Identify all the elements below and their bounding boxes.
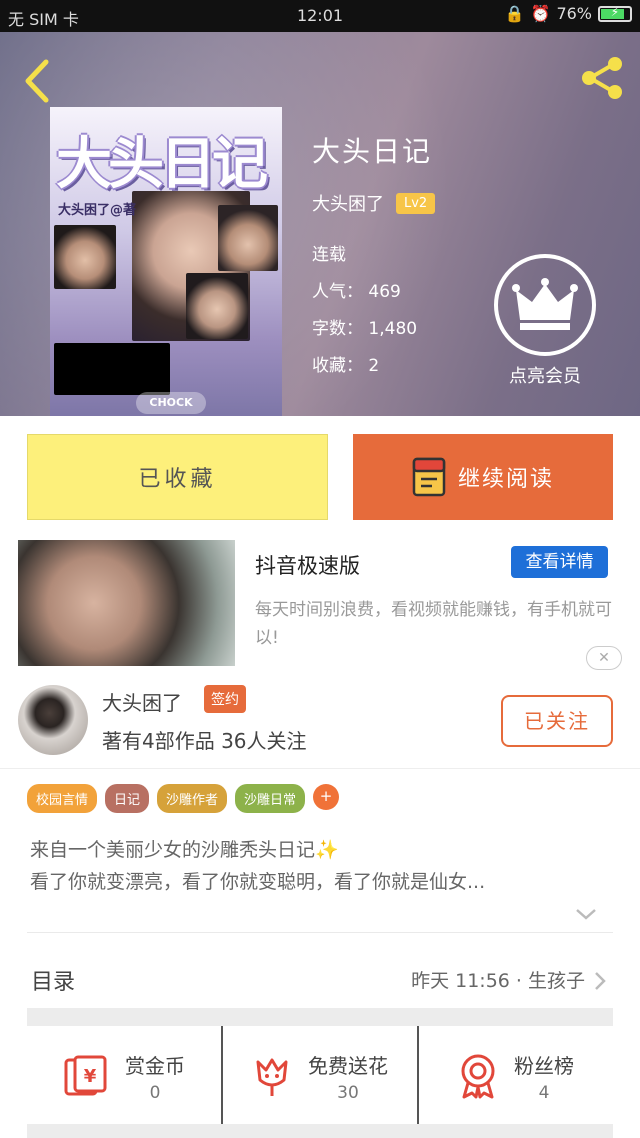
tag-chip[interactable]: 校园言情 <box>27 784 98 813</box>
send-flower-button[interactable]: 免费送花 30 <box>221 1026 417 1126</box>
reward-coins-button[interactable]: ¥ 赏金币 0 <box>27 1026 221 1126</box>
battery-icon: ⚡ <box>598 5 632 22</box>
favorited-button[interactable]: 已收藏 <box>27 434 328 520</box>
book-icon <box>412 457 446 497</box>
level-badge: Lv2 <box>396 192 436 214</box>
book-detail-content: 已收藏 继续阅读 抖音极速版 查看详情 每天时间别浪费，看视频就能赚钱，有手机就… <box>0 416 640 1138</box>
vip-crown-button[interactable] <box>494 254 596 356</box>
svg-text:¥: ¥ <box>84 1066 97 1087</box>
description-line: 来自一个美丽少女的沙雕秃头日记✨ <box>30 839 339 861</box>
coin-envelope-icon: ¥ <box>64 1055 107 1096</box>
toc-label: 目录 <box>31 970 76 995</box>
tag-chip[interactable]: 日记 <box>105 784 150 813</box>
battery-percent: 76% <box>556 4 592 23</box>
chevron-right-icon <box>595 972 606 990</box>
author-card[interactable]: 大头困了 签约 著有4部作品 36人关注 已关注 <box>0 681 640 769</box>
section-gap <box>27 1008 613 1026</box>
description-line: 看了你就变漂亮，看了你就变聪明，看了你就是仙女... <box>30 871 486 893</box>
divider <box>27 932 613 933</box>
cover-title: 大头日记 <box>56 132 268 197</box>
cover-badge: CHOCK <box>136 392 206 414</box>
cover-redaction <box>54 343 170 395</box>
book-word-count: 字数： 1,480 <box>312 319 418 339</box>
book-info: 大头日记 大头困了 Lv2 连载 人气： 469 字数： 1,480 收藏： 2 <box>312 130 436 376</box>
tag-list: 校园言情 日记 沙雕作者 沙雕日常 + <box>27 784 340 813</box>
cover-photo <box>186 273 248 339</box>
book-status: 连载 <box>312 245 346 265</box>
continue-reading-button[interactable]: 继续阅读 <box>353 434 613 520</box>
book-description[interactable]: 来自一个美丽少女的沙雕秃头日记✨ 看了你就变漂亮，看了你就变聪明，看了你就是仙女… <box>30 834 616 898</box>
tag-chip[interactable]: 沙雕作者 <box>157 784 228 813</box>
alarm-icon: ⏰ <box>530 4 551 23</box>
avatar[interactable] <box>18 685 88 755</box>
share-icon[interactable] <box>578 54 626 102</box>
table-of-contents-row[interactable]: 目录 昨天 11:56 · 生孩子 <box>27 946 613 1016</box>
ad-banner[interactable]: 抖音极速版 查看详情 每天时间别浪费，看视频就能赚钱，有手机就可以! ✕ <box>0 526 640 676</box>
tag-chip[interactable]: 沙雕日常 <box>235 784 306 813</box>
reward-bar: ¥ 赏金币 0 免费送花 30 粉丝榜 4 <box>27 1026 613 1126</box>
more-tags-button[interactable]: + <box>313 784 340 810</box>
cover-subtitle: 大头困了@著 <box>58 203 137 218</box>
flower-icon <box>256 1058 288 1096</box>
expand-chevron-icon[interactable] <box>574 906 598 922</box>
book-title: 大头日记 <box>312 135 433 168</box>
ad-image[interactable] <box>18 540 235 666</box>
lock-rotation-icon: 🔒 <box>504 4 525 23</box>
stat-value: 30 <box>337 1082 359 1103</box>
signed-badge: 签约 <box>204 685 246 713</box>
back-arrow-icon[interactable] <box>18 56 58 106</box>
cover-photo <box>218 205 278 271</box>
ad-detail-button[interactable]: 查看详情 <box>511 546 608 578</box>
book-hero: 大头日记 大头困了@著 CHOCK 大头日记 大头困了 Lv2 连载 人气： 4… <box>0 32 640 416</box>
stat-value: 4 <box>538 1082 550 1103</box>
status-bar: 无 SIM 卡 12:01 🔒 ⏰ 76% ⚡ <box>0 0 640 32</box>
stat-label: 赏金币 <box>125 1053 185 1078</box>
book-favorites: 收藏： 2 <box>312 356 380 376</box>
latest-chapter: 昨天 11:56 · 生孩子 <box>411 970 585 992</box>
ad-description: 每天时间别浪费，看视频就能赚钱，有手机就可以! <box>255 600 612 648</box>
ad-close-button[interactable]: ✕ <box>586 646 622 670</box>
medal-icon <box>461 1054 495 1099</box>
cover-photo <box>54 225 116 289</box>
author-name[interactable]: 大头困了 <box>102 687 182 716</box>
ad-title[interactable]: 抖音极速版 <box>255 550 360 580</box>
book-cover[interactable]: 大头日记 大头困了@著 CHOCK <box>50 107 282 416</box>
stat-value: 0 <box>149 1082 161 1103</box>
fan-ranking-button[interactable]: 粉丝榜 4 <box>417 1026 613 1126</box>
book-author[interactable]: 大头困了 <box>312 190 384 216</box>
status-icons: 🔒 ⏰ 76% ⚡ <box>505 4 632 23</box>
book-popularity: 人气： 469 <box>312 282 401 302</box>
author-stats: 著有4部作品 36人关注 <box>102 729 307 753</box>
stat-label: 粉丝榜 <box>514 1053 574 1078</box>
section-gap <box>27 1124 613 1138</box>
vip-label[interactable]: 点亮会员 <box>494 362 596 388</box>
stat-label: 免费送花 <box>308 1053 388 1078</box>
crown-icon <box>512 278 578 330</box>
follow-button[interactable]: 已关注 <box>501 695 613 747</box>
continue-reading-label: 继续阅读 <box>457 467 554 492</box>
